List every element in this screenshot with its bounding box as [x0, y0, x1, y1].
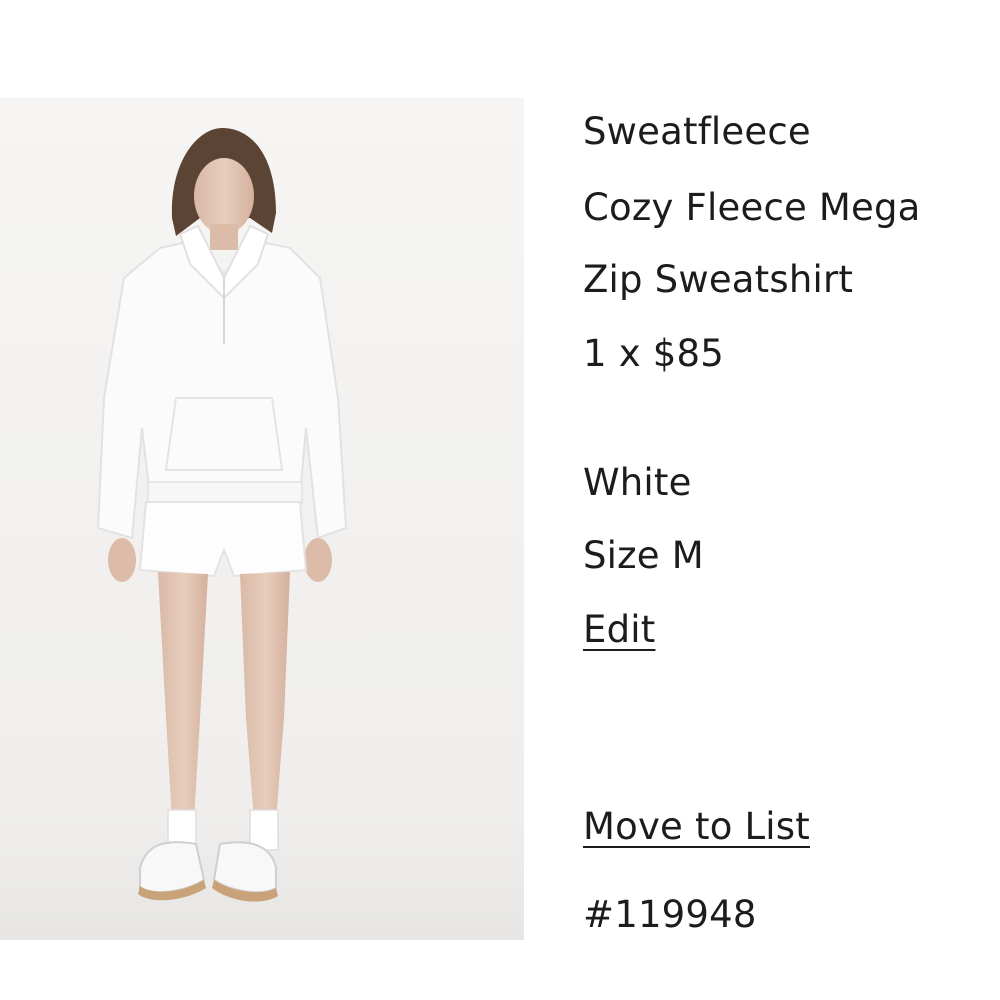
product-size: Size M [583, 534, 704, 577]
product-brand: Sweatfleece [583, 110, 811, 153]
move-to-list-link[interactable]: Move to List [583, 805, 810, 849]
product-details: Sweatfleece Cozy Fleece Mega Zip Sweatsh… [583, 0, 1000, 1000]
model-photo [0, 98, 524, 940]
product-name-line1: Cozy Fleece Mega [583, 186, 921, 229]
product-name-line2: Zip Sweatshirt [583, 258, 854, 301]
quantity-price: 1 x $85 [583, 332, 724, 375]
edit-link[interactable]: Edit [583, 608, 655, 652]
product-sku: #119948 [583, 893, 757, 936]
product-color: White [583, 461, 692, 504]
product-image[interactable] [0, 98, 524, 940]
